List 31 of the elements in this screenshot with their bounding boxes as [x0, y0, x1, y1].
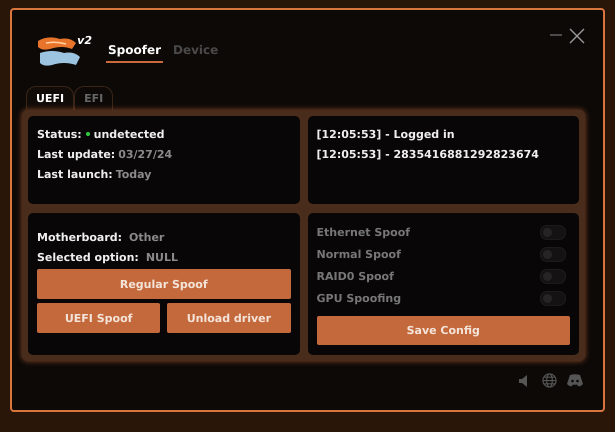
toggle-switch[interactable]: [540, 246, 566, 262]
mode-tab[interactable]: UEFI: [26, 86, 74, 110]
nav-tab[interactable]: Device: [171, 41, 220, 63]
toggle-switch[interactable]: [540, 224, 566, 240]
info-value: Today: [116, 168, 152, 180]
toggle-switch[interactable]: [540, 291, 566, 306]
toggle-switch[interactable]: [540, 269, 566, 284]
option-label: RAID0 Spoof: [316, 270, 394, 284]
info-label: Selected option:: [37, 250, 139, 264]
option-label: Normal Spoof: [316, 248, 401, 261]
option-label: GPU Spoofing: [316, 292, 402, 306]
info-label: Status:: [37, 128, 82, 140]
log-line: [12:05:53] - 2835416881292823674: [316, 148, 539, 160]
regular-spoof-button[interactable]: Regular Spoof: [37, 269, 290, 299]
action-button[interactable]: Unload driver: [167, 303, 290, 333]
log-line: [12:05:53] - Logged in: [316, 128, 455, 140]
save-config-button[interactable]: Save Config: [316, 316, 570, 345]
option-label: Ethernet Spoof: [316, 226, 410, 239]
close-icon[interactable]: [569, 28, 585, 44]
info-label: Last update:: [37, 148, 116, 160]
chat-icon[interactable]: [567, 374, 583, 387]
version-label: v2: [77, 34, 92, 47]
info-value: 03/27/24: [118, 148, 172, 160]
info-value: undetected: [94, 128, 164, 140]
info-value: NULL: [146, 250, 178, 264]
info-value: Other: [129, 230, 164, 244]
info-label: Last launch:: [37, 168, 113, 180]
action-button[interactable]: UEFI Spoof: [37, 303, 160, 333]
nav-tab[interactable]: Spoofer: [106, 41, 163, 63]
globe-icon[interactable]: [542, 373, 557, 388]
info-label: Motherboard:: [37, 230, 122, 244]
